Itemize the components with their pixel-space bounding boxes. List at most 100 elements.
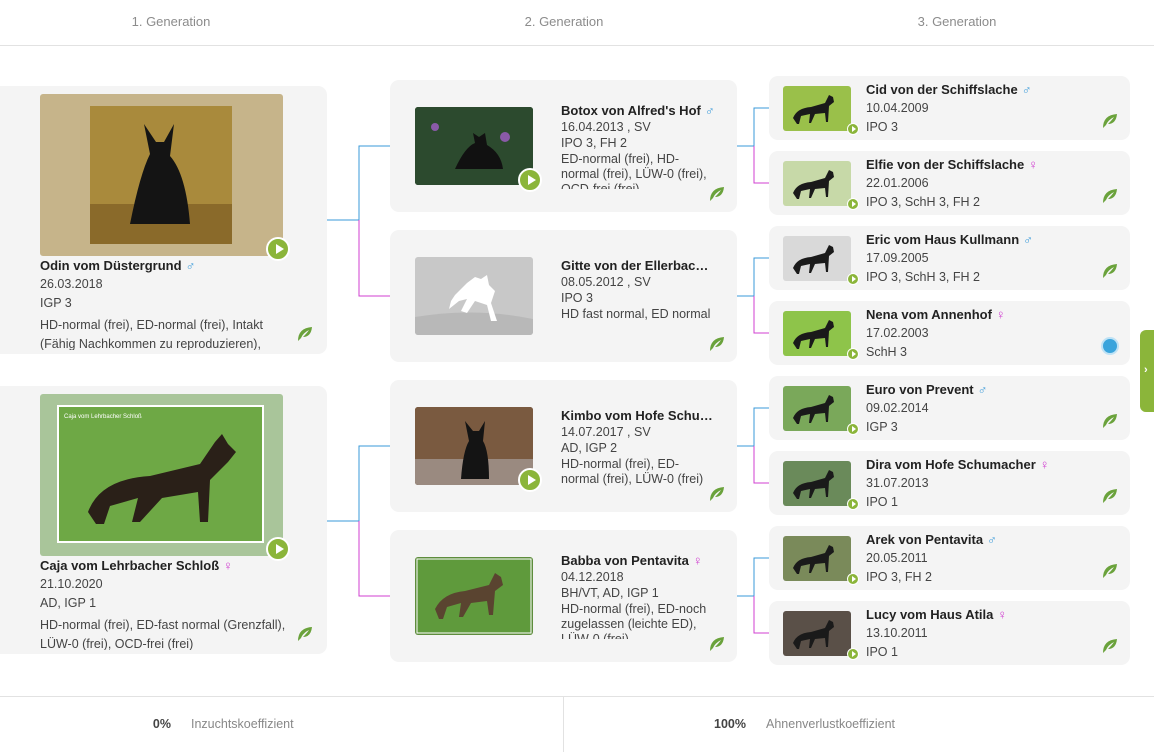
titles: IPO 3, FH 2 [561,136,627,150]
dog-name[interactable]: Odin vom Düstergrund [40,258,182,273]
leaf-logo-icon[interactable] [1100,186,1120,206]
dog-photo[interactable] [783,386,851,431]
shepherd-standing-photo-icon [416,558,532,634]
dog-photo[interactable] [783,86,851,131]
footer-divider [563,697,564,752]
dog-name[interactable]: Elfie von der Schiffslache [866,157,1024,172]
female-icon: ♀ [223,558,233,573]
dog-card-dam[interactable]: Caja vom Lehrbacher Schloß Caja vom Lehr… [0,386,327,654]
dog-card-sire-dam[interactable]: Gitte von der Ellerbachbach♀ 08.05.2012 … [390,230,737,362]
titles: IPO 3 [866,120,898,134]
health-results: ED-normal (frei), HD-normal (frei), LÜW-… [561,152,707,189]
video-play-icon[interactable] [847,573,859,585]
leaf-logo-icon[interactable] [707,484,727,504]
dog-photo-placeholder[interactable] [415,257,533,335]
leaf-logo-icon[interactable] [1100,411,1120,431]
shepherd-thumbnail-icon [793,245,834,274]
dog-photo[interactable] [783,161,851,206]
dog-card-gen3[interactable]: Elfie von der Schiffslache ♀ 22.01.2006 I… [769,151,1130,215]
dog-photo[interactable] [40,94,283,256]
dog-name[interactable]: Eric vom Haus Kullmann [866,232,1019,247]
video-play-icon[interactable] [847,498,859,510]
video-play-icon[interactable] [847,423,859,435]
dog-card-gen3[interactable]: Lucy vom Haus Atila ♀ 13.10.2011 IPO 1 [769,601,1130,665]
leaf-logo-icon[interactable] [707,184,727,204]
video-play-icon[interactable] [847,273,859,285]
video-play-icon[interactable] [847,123,859,135]
dog-name[interactable]: Caja vom Lehrbacher Schloß [40,558,219,573]
expand-generations-tab[interactable]: › [1140,330,1154,412]
dog-name[interactable]: Babba von Pentavita [561,553,689,568]
dog-card-gen3[interactable]: Eric vom Haus Kullmann ♂ 17.09.2005 IPO 3… [769,226,1130,290]
titles: IGP 3 [40,296,72,310]
male-icon: ♂ [987,532,997,547]
dog-card-sire[interactable]: Odin vom Düstergrund ♂ 26.03.2018 IGP 3 H… [0,86,327,354]
dog-photo[interactable] [783,461,851,506]
male-icon: ♂ [1023,232,1033,247]
leaf-logo-icon[interactable] [1100,561,1120,581]
leaf-logo-icon[interactable] [295,324,315,344]
dog-photo[interactable] [783,611,851,656]
dog-card-gen3[interactable]: Nena vom Annenhof ♀ 17.02.2003 SchH 3 [769,301,1130,365]
leaf-logo-icon[interactable] [1100,636,1120,656]
male-icon: ♂ [704,103,715,118]
dog-name[interactable]: Kimbo vom Hofe Schumacher [561,408,715,423]
video-play-icon[interactable] [847,348,859,360]
dog-name[interactable]: Botox von Alfred's Hof [561,103,701,118]
leaf-logo-icon[interactable] [295,624,315,644]
dog-name[interactable]: Arek von Pentavita [866,532,983,547]
dog-photo[interactable]: Caja vom Lehrbacher Schloß [40,394,283,556]
health-results: HD-normal (frei), ED-noch zugelassen (le… [561,602,707,639]
female-icon: ♀ [1039,457,1050,472]
female-icon: ♀ [997,607,1008,622]
female-icon: ♀ [692,553,703,568]
dog-name[interactable]: Euro von Prevent [866,382,974,397]
fci-badge-icon[interactable] [1101,337,1119,355]
dog-photo[interactable] [783,236,851,281]
dog-card-dam-sire[interactable]: Kimbo vom Hofe Schumacher♂ 14.07.2017 , … [390,380,737,512]
birth-date: 14.07.2017 , SV [561,425,651,439]
birth-date: 31.07.2013 [866,476,929,490]
video-play-icon[interactable] [847,648,859,660]
shepherd-thumbnail-icon [793,470,834,499]
video-play-icon[interactable] [518,468,542,492]
dog-photo[interactable] [783,536,851,581]
dog-name[interactable]: Lucy vom Haus Atila [866,607,993,622]
birth-date: 08.05.2012 , SV [561,275,651,289]
shepherd-thumbnail-icon [793,620,834,649]
dog-name[interactable]: Gitte von der Ellerbachbach [561,258,715,273]
photo-caption: Caja vom Lehrbacher Schloß [64,414,142,420]
health-results: HD-normal (frei), ED-fast normal (Grenzf… [40,618,286,650]
dog-photo[interactable] [415,557,533,635]
dog-photo[interactable] [783,311,851,356]
dog-photo[interactable] [415,407,533,485]
dog-photo[interactable] [415,107,533,185]
black-shepherd-flowers-photo-icon [415,107,533,185]
leaf-logo-icon[interactable] [707,334,727,354]
video-play-icon[interactable] [518,168,542,192]
dog-card-dam-dam[interactable]: Babba von Pentavita ♀ 04.12.2018 BH/VT, A… [390,530,737,662]
video-play-icon[interactable] [847,198,859,210]
birth-date: 26.03.2018 [40,277,103,291]
leaf-logo-icon[interactable] [1100,486,1120,506]
female-icon: ♀ [995,307,1006,322]
female-icon: ♀ [1028,157,1038,172]
dog-card-gen3[interactable]: Dira vom Hofe Schumacher ♀ 31.07.2013 IPO… [769,451,1130,515]
birth-date: 16.04.2013 , SV [561,120,651,134]
dog-name[interactable]: Nena vom Annenhof [866,307,992,322]
leaf-logo-icon[interactable] [1100,111,1120,131]
dog-card-gen3[interactable]: Cid von der Schiffslache ♂ 10.04.2009 IPO… [769,76,1130,140]
leaf-logo-icon[interactable] [1100,261,1120,281]
black-shepherd-photo-icon [90,106,232,244]
dog-card-gen3[interactable]: Arek von Pentavita ♂ 20.05.2011 IPO 3, FH… [769,526,1130,590]
dog-silhouette-placeholder-icon [415,275,533,335]
birth-date: 17.02.2003 [866,326,929,340]
dog-card-sire-sire[interactable]: Botox von Alfred's Hof ♂ 16.04.2013 , SV … [390,80,737,212]
birth-date: 10.04.2009 [866,101,929,115]
dog-name[interactable]: Dira vom Hofe Schumacher [866,457,1036,472]
leaf-logo-icon[interactable] [707,634,727,654]
dog-name[interactable]: Cid von der Schiffslache [866,82,1018,97]
birth-date: 13.10.2011 [866,626,928,640]
dog-card-gen3[interactable]: Euro von Prevent ♂ 09.02.2014 IGP 3 [769,376,1130,440]
health-results: HD-normal (frei), ED-normal (frei), Inta… [40,318,263,350]
